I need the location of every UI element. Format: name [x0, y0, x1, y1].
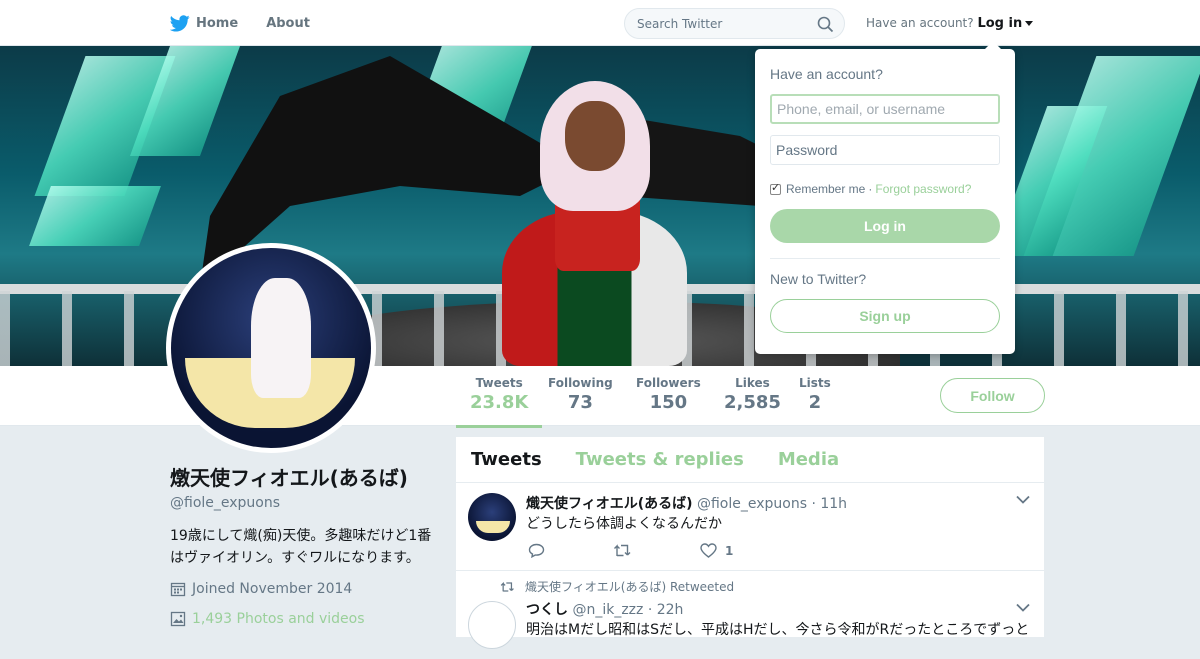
tweet-author-name[interactable]: 熾天使フィオエル(あるば): [526, 496, 693, 512]
search-input[interactable]: Search Twitter: [624, 8, 845, 39]
tweet-text: 明治はMだし昭和はSだし、平成はHだし、今さら令和がRだったところでずっと: [526, 622, 1030, 638]
follow-button[interactable]: Follow: [940, 378, 1045, 413]
stat-label: Likes: [735, 376, 770, 390]
profile-bio: 19歳にして熾(痴)天使。多趣味だけど1番はヴァイオリン。すぐワルになります。: [170, 528, 432, 566]
password-placeholder: Password: [776, 142, 838, 158]
stat-value: 73: [567, 392, 593, 413]
stat-followers[interactable]: Followers 150: [636, 376, 701, 413]
stat-value: 23.8K: [470, 392, 529, 413]
stat-tweets[interactable]: Tweets 23.8K: [455, 376, 543, 428]
twitter-bird-icon: [170, 14, 190, 31]
reply-icon: [528, 543, 545, 558]
username-placeholder: Phone, email, or username: [777, 101, 946, 117]
retweet-icon: [500, 581, 514, 592]
character-face: [565, 101, 625, 171]
chevron-down-icon[interactable]: [1016, 603, 1030, 612]
stat-label: Lists: [799, 376, 831, 390]
tweet-header: つくし @n_ik_zzz · 22h: [526, 599, 683, 619]
tweet-author-handle[interactable]: @fiole_expuons: [697, 496, 807, 512]
heart-icon: [700, 543, 717, 558]
photo-icon: [170, 611, 186, 627]
password-field[interactable]: Password: [770, 135, 1000, 165]
tweet-avatar[interactable]: [468, 493, 516, 541]
like-button[interactable]: 1: [700, 543, 733, 558]
tweet-time[interactable]: · 22h: [648, 602, 684, 618]
new-to-twitter-text: New to Twitter?: [770, 271, 867, 287]
username-field[interactable]: Phone, email, or username: [770, 94, 1000, 124]
crystal-decoration: [29, 186, 161, 246]
timeline: Tweets Tweets & replies Media 熾天使フィオエル(あ…: [456, 437, 1044, 659]
tweet-actions: 1: [528, 543, 793, 558]
tab-tweets[interactable]: Tweets: [471, 449, 542, 470]
remember-row: Remember me · Forgot password?: [770, 181, 1000, 196]
photos-link-text: 1,493 Photos and videos: [192, 611, 365, 627]
login-button[interactable]: Log in: [770, 209, 1000, 243]
stat-label: Followers: [636, 376, 701, 390]
tweet-header: 熾天使フィオエル(あるば) @fiole_expuons · 11h: [526, 493, 847, 513]
stat-label: Following: [548, 376, 613, 390]
stat-following[interactable]: Following 73: [548, 376, 613, 413]
stat-value: 150: [649, 392, 688, 413]
tweet-time[interactable]: · 11h: [811, 496, 847, 512]
have-account-text: Have an account?: [866, 16, 974, 30]
stat-likes[interactable]: Likes 2,585: [724, 376, 781, 413]
profile-display-name[interactable]: 燉天使フィオエル(あるば): [170, 462, 440, 491]
retweeted-by-text[interactable]: 熾天使フィオエル(あるば) Retweeted: [525, 578, 734, 595]
remember-checkbox[interactable]: [770, 181, 781, 195]
stat-lists[interactable]: Lists 2: [799, 376, 831, 413]
signup-button[interactable]: Sign up: [770, 299, 1000, 333]
tweet[interactable]: 熾天使フィオエル(あるば) Retweeted つくし @n_ik_zzz · …: [456, 571, 1044, 659]
tweet-text: どうしたら体調よくなるんだか: [526, 516, 722, 532]
stat-value: 2: [808, 392, 822, 413]
stat-label: Tweets: [475, 376, 523, 390]
retweet-icon: [614, 544, 631, 557]
retweet-button[interactable]: [613, 543, 640, 558]
joined-date-text: Joined November 2014: [192, 581, 353, 597]
nav-about[interactable]: About: [266, 16, 310, 31]
tweet-author-name[interactable]: つくし: [526, 602, 568, 618]
separator-dot: ·: [868, 182, 873, 196]
divider: [770, 258, 1000, 259]
remember-label[interactable]: Remember me: [786, 182, 865, 196]
avatar-image: [171, 248, 371, 448]
calendar-icon: [170, 582, 186, 597]
joined-date: Joined November 2014: [170, 581, 440, 597]
nav-about-label: About: [266, 15, 310, 31]
top-nav: Home About Search Twitter Have an accoun…: [0, 0, 1200, 46]
login-dropdown: Have an account? Phone, email, or userna…: [755, 41, 1015, 354]
nav-login-link[interactable]: Log in: [977, 16, 1022, 31]
tab-media[interactable]: Media: [778, 449, 839, 470]
search-icon[interactable]: [817, 16, 834, 33]
tweet[interactable]: 熾天使フィオエル(あるば) @fiole_expuons · 11h どうしたら…: [456, 483, 1044, 571]
like-count: 1: [725, 543, 734, 558]
avatar-character: [251, 278, 311, 398]
tweet-author-handle[interactable]: @n_ik_zzz: [572, 602, 643, 618]
tweet-avatar[interactable]: [468, 601, 516, 649]
nav-left: Home About: [170, 0, 338, 46]
stat-value: 2,585: [724, 392, 781, 413]
reply-button[interactable]: [528, 543, 553, 558]
avatar[interactable]: [166, 243, 376, 453]
retweet-context: 熾天使フィオエル(あるば) Retweeted: [500, 578, 734, 595]
chevron-down-icon[interactable]: [1016, 495, 1030, 504]
profile-info: 燉天使フィオエル(あるば) @fiole_expuons 19歳にして熾(痴)天…: [170, 462, 440, 627]
tab-tweets-replies[interactable]: Tweets & replies: [576, 449, 744, 470]
profile-handle[interactable]: @fiole_expuons: [170, 495, 440, 511]
search-placeholder: Search Twitter: [637, 16, 723, 31]
timeline-tabs: Tweets Tweets & replies Media: [456, 437, 1044, 483]
chevron-down-icon[interactable]: [1025, 21, 1034, 26]
nav-home[interactable]: Home: [170, 14, 239, 32]
have-account-area: Have an account? Log in: [866, 16, 1034, 31]
login-dropdown-title: Have an account?: [770, 66, 883, 82]
photos-link[interactable]: 1,493 Photos and videos: [170, 611, 440, 627]
forgot-password-link[interactable]: Forgot password?: [875, 182, 971, 196]
nav-home-label: Home: [196, 15, 239, 31]
